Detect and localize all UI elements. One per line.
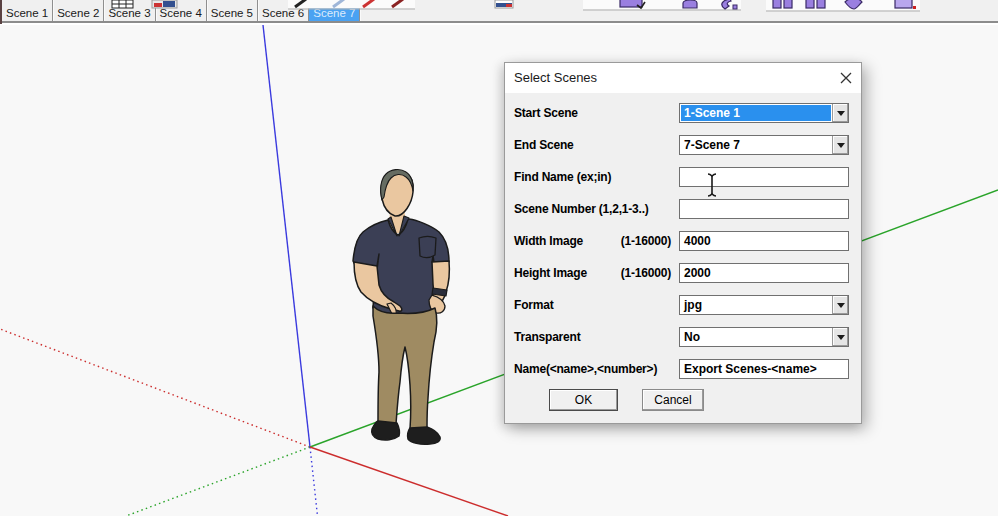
chevron-down-icon[interactable] [832,104,848,122]
scene-tab-bar: Scene 1Scene 2Scene 3Scene 4Scene 5Scene… [0,0,998,25]
dialog-title: Select Scenes [514,63,597,92]
height-image-input[interactable]: 2000 [679,263,849,283]
field-row-find-name: Find Name (ex;in) [505,161,861,193]
field-label-height-image: Height Image(1-16000) [514,257,679,289]
ok-button[interactable]: OK [549,389,618,411]
select-scenes-dialog: Select Scenes Start Scene1-Scene 1End Sc… [504,62,862,424]
i-beam-cursor [703,172,721,198]
person-watch [432,288,447,296]
dialog-titlebar[interactable]: Select Scenes [505,63,861,93]
field-label-suffix-height-image: (1-16000) [621,266,671,280]
end-scene-combo[interactable]: 7-Scene 7 [679,135,849,155]
section-icon[interactable] [152,0,177,8]
name-pattern-input[interactable]: Export Scenes-<name> [679,359,849,379]
scene-add-icon[interactable] [620,0,645,8]
dialog-buttons: OK Cancel [505,389,861,411]
field-row-width-image: Width Image(1-16000)4000 [505,225,861,257]
application-window: Scene 1Scene 2Scene 3Scene 4Scene 5Scene… [0,0,998,516]
layers-icon[interactable] [495,0,513,8]
close-icon[interactable] [839,71,853,85]
scene-update-icon[interactable] [683,0,697,8]
tabbar-highlight-line [0,23,998,25]
field-row-scene-number: Scene Number (1,2,1-3..) [505,193,861,225]
chevron-down-icon[interactable] [832,136,848,154]
field-label-format: Format [514,289,679,321]
person-pocket [419,237,436,258]
format-combo-value: jpg [681,297,831,313]
field-label-suffix-width-image: (1-16000) [621,234,671,248]
person-left-shoe [372,421,400,440]
scene-number-input[interactable] [679,199,849,219]
cancel-button[interactable]: Cancel [642,389,704,411]
start-scene-combo[interactable]: 1-Scene 1 [679,103,849,123]
format-combo[interactable]: jpg [679,295,849,315]
start-scene-combo-value: 1-Scene 1 [681,105,831,121]
field-row-name-pattern: Name(<name>,<number>)Export Scenes-<name… [505,353,861,385]
field-row-start-scene: Start Scene1-Scene 1 [505,97,861,129]
field-label-end-scene: End Scene [514,129,679,161]
transparent-combo[interactable]: No [679,327,849,347]
dialog-fields: Start Scene1-Scene 1End Scene7-Scene 7Fi… [505,97,861,385]
toolbar-fragments [0,0,998,12]
field-row-end-scene: End Scene7-Scene 7 [505,129,861,161]
field-label-transparent: Transparent [514,321,679,353]
chevron-down-icon[interactable] [832,296,848,314]
field-row-height-image: Height Image(1-16000)2000 [505,257,861,289]
field-row-format: Formatjpg [505,289,861,321]
width-image-input[interactable]: 4000 [679,231,849,251]
chevron-down-icon[interactable] [832,328,848,346]
field-label-scene-number: Scene Number (1,2,1-3..) [514,193,679,225]
transparent-combo-value: No [681,329,831,345]
field-row-transparent: TransparentNo [505,321,861,353]
end-scene-combo-value: 7-Scene 7 [681,137,831,153]
field-label-start-scene: Start Scene [514,97,679,129]
field-label-name-pattern: Name(<name>,<number>) [514,353,679,385]
field-label-find-name: Find Name (ex;in) [514,161,679,193]
field-label-width-image: Width Image(1-16000) [514,225,679,257]
